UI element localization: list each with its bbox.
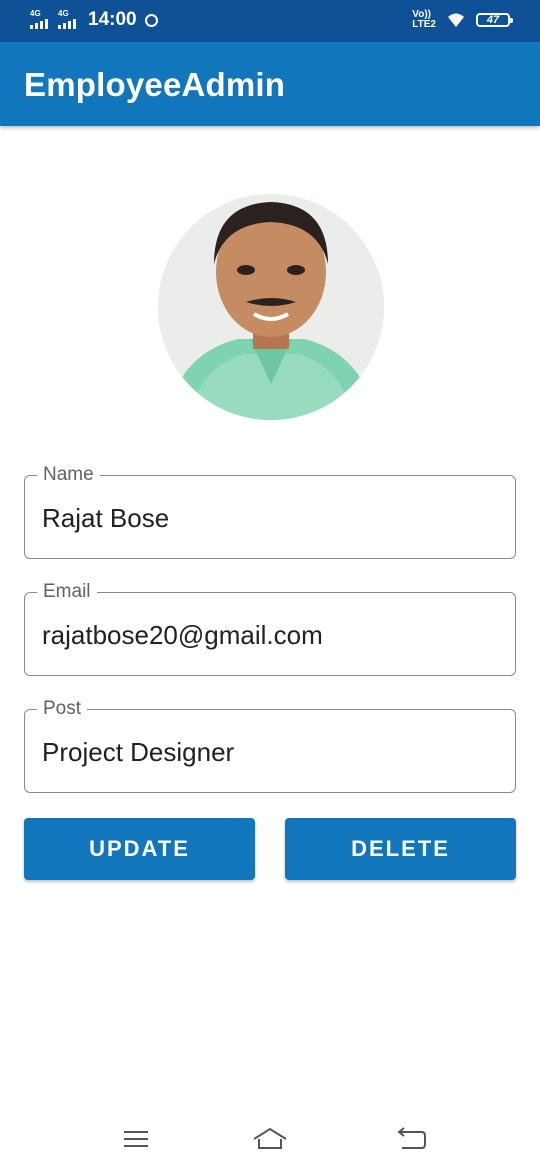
post-label: Post [37,698,88,720]
delete-button[interactable]: DELETE [285,818,516,880]
post-field[interactable]: Post Project Designer [24,698,516,793]
status-right: Vo)) LTE2 47 [412,10,513,30]
app-title: EmployeeAdmin [24,66,286,103]
app-bar: EmployeeAdmin [0,42,540,126]
wifi-icon [448,13,464,27]
battery-icon: 47 [476,13,513,27]
email-input[interactable]: rajatbose20@gmail.com [42,619,323,651]
status-left: 4G 4G 14:00 [30,9,158,31]
email-label: Email [37,581,97,603]
status-bar: 4G 4G 14:00 Vo)) LTE2 47 [0,0,540,42]
signal-icon: 4G [30,10,52,30]
avatar-photo [158,194,384,420]
volte-indicator: Vo)) LTE2 [412,10,436,30]
name-label: Name [37,464,100,486]
whatsapp-icon [144,13,158,27]
post-input[interactable]: Project Designer [42,736,234,768]
employee-avatar [158,194,384,420]
menu-icon[interactable] [116,1124,156,1154]
network-type-1: 4G [30,9,41,18]
update-button[interactable]: UPDATE [24,818,255,880]
lte-label: LTE2 [412,19,436,30]
status-time: 14:00 [88,9,137,30]
email-field[interactable]: Email rajatbose20@gmail.com [24,581,516,676]
back-icon[interactable] [392,1124,432,1154]
home-icon[interactable] [250,1124,290,1154]
navigation-bar [0,1110,540,1170]
name-input[interactable]: Rajat Bose [42,502,169,534]
network-type-2: 4G [58,9,69,18]
name-field[interactable]: Name Rajat Bose [24,464,516,559]
signal-icon: 4G [58,10,80,30]
